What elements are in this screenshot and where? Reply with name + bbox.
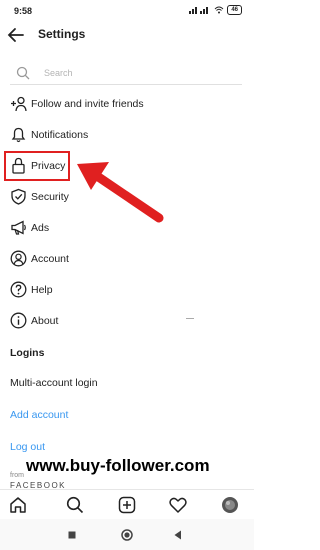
system-navigation-bar <box>0 519 254 550</box>
back-arrow-icon[interactable] <box>6 25 26 45</box>
menu-label-about: About <box>31 315 59 327</box>
battery-indicator: 46 <box>227 5 242 15</box>
add-person-icon <box>11 96 27 112</box>
menu-label-help: Help <box>31 284 53 296</box>
app-header: Settings <box>0 22 254 48</box>
question-circle-icon <box>10 281 27 298</box>
megaphone-icon <box>11 220 26 235</box>
bell-icon <box>11 127 26 143</box>
person-circle-icon <box>10 250 27 267</box>
shield-icon <box>11 188 26 205</box>
menu-item-follow[interactable]: Follow and invite friends <box>10 94 190 114</box>
menu-label-follow: Follow and invite friends <box>31 98 144 110</box>
home-icon[interactable] <box>8 495 28 515</box>
search-placeholder: Search <box>44 68 73 78</box>
menu-item-about[interactable]: About <box>10 311 190 331</box>
add-account-link[interactable]: Add account <box>10 409 68 421</box>
scroll-indicator <box>186 318 194 319</box>
menu-label-ads: Ads <box>31 222 50 234</box>
menu-item-help[interactable]: Help <box>10 280 190 300</box>
status-time: 9:58 <box>14 6 33 16</box>
signal-icon <box>189 7 209 14</box>
back-system-icon[interactable] <box>172 529 184 541</box>
menu-label-notifications: Notifications <box>31 129 89 141</box>
search-icon <box>16 66 30 80</box>
wifi-icon <box>214 6 224 14</box>
status-bar: 9:58 46 <box>0 0 254 22</box>
menu-label-account: Account <box>31 253 69 265</box>
status-icons: 46 <box>189 5 242 15</box>
menu-label-security: Security <box>31 191 69 203</box>
logins-heading: Logins <box>10 347 45 359</box>
recent-apps-icon[interactable] <box>66 529 78 541</box>
search-nav-icon[interactable] <box>65 495 85 515</box>
info-circle-icon <box>10 312 27 329</box>
profile-avatar[interactable] <box>220 495 240 515</box>
multi-account-login-link[interactable]: Multi-account login <box>10 377 98 389</box>
log-out-link[interactable]: Log out <box>10 441 45 453</box>
watermark-text: www.buy-follower.com <box>26 456 210 476</box>
from-label: from <box>10 472 24 479</box>
search-input[interactable]: Search <box>10 64 242 85</box>
heart-icon[interactable] <box>168 495 188 515</box>
new-post-icon[interactable] <box>117 495 137 515</box>
home-system-icon[interactable] <box>121 529 133 541</box>
red-arrow-annotation <box>77 162 164 223</box>
bottom-navigation <box>0 489 254 520</box>
menu-item-account[interactable]: Account <box>10 249 190 269</box>
page-title: Settings <box>38 27 86 41</box>
menu-item-notifications[interactable]: Notifications <box>10 125 190 145</box>
privacy-highlight-box <box>4 151 70 181</box>
